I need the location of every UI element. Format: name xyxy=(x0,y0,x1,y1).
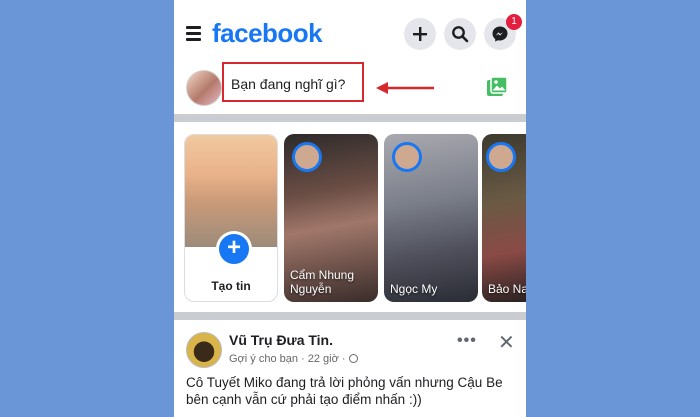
post-meta: Gợi ý cho bạn · 22 giờ · xyxy=(229,353,358,365)
messenger-icon xyxy=(492,26,508,42)
facebook-logo[interactable]: facebook xyxy=(212,18,323,49)
top-bar: facebook 1 xyxy=(174,0,526,62)
phone-screen: facebook 1 Bạn đang nghĩ gì? + Tạo tin C… xyxy=(174,0,526,417)
search-icon xyxy=(452,26,469,43)
post-author-avatar[interactable] xyxy=(186,332,222,368)
story-card[interactable]: Cẩm Nhung Nguyễn xyxy=(284,134,378,302)
story-avatar xyxy=(486,142,516,172)
globe-icon xyxy=(348,354,358,363)
notification-badge: 1 xyxy=(506,14,522,30)
feed-post: Vũ Trụ Đưa Tin. Gợi ý cho bạn · 22 giờ ·… xyxy=(174,320,526,417)
create-story-card[interactable]: + Tạo tin xyxy=(184,134,278,302)
stories-tray: + Tạo tin Cẩm Nhung Nguyễn Ngọc My Bảo N… xyxy=(174,122,526,312)
post-author-name[interactable]: Vũ Trụ Đưa Tin. xyxy=(229,332,333,348)
plus-icon xyxy=(413,27,427,41)
menu-icon[interactable] xyxy=(186,26,201,42)
post-text: Cô Tuyết Miko đang trả lời phỏng vấn như… xyxy=(186,375,503,407)
story-avatar xyxy=(292,142,322,172)
user-avatar[interactable] xyxy=(186,70,222,106)
status-composer: Bạn đang nghĩ gì? xyxy=(174,62,526,114)
add-story-icon[interactable]: + xyxy=(216,231,252,267)
story-author-name: Cẩm Nhung Nguyễn xyxy=(290,268,355,296)
create-button[interactable] xyxy=(404,18,436,50)
annotation-arrow-icon xyxy=(376,82,434,94)
messenger-button[interactable]: 1 xyxy=(484,14,522,50)
status-input[interactable]: Bạn đang nghĩ gì? xyxy=(222,62,364,102)
story-card[interactable]: Ngọc My xyxy=(384,134,478,302)
story-card[interactable]: Bảo Na xyxy=(482,134,526,302)
story-avatar xyxy=(392,142,422,172)
section-divider xyxy=(174,114,526,122)
create-story-label: Tạo tin xyxy=(211,279,251,293)
section-divider xyxy=(174,312,526,320)
post-meta-text: Gợi ý cho bạn · 22 giờ · xyxy=(229,353,346,365)
story-author-name: Bảo Na xyxy=(488,282,526,296)
search-button[interactable] xyxy=(444,18,476,50)
more-options-icon[interactable]: ••• xyxy=(457,332,477,350)
story-author-name: Ngọc My xyxy=(390,282,438,296)
photo-icon[interactable] xyxy=(486,76,508,98)
close-icon[interactable]: ✕ xyxy=(498,330,515,355)
